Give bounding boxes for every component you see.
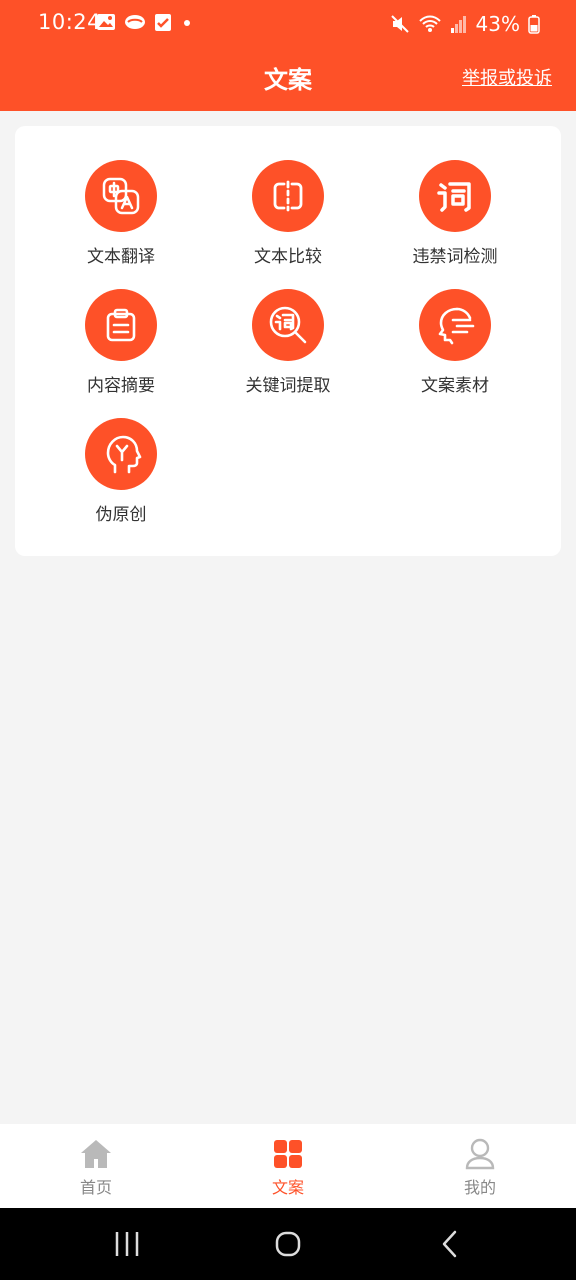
tool-content-summary[interactable]: 内容摘要 bbox=[41, 289, 201, 409]
tool-keyword-extract[interactable]: 关键词提取 bbox=[208, 289, 368, 409]
keyword-search-icon bbox=[252, 289, 324, 361]
forbidden-word-icon bbox=[419, 160, 491, 232]
system-nav-bar bbox=[0, 1208, 576, 1280]
grid-icon bbox=[271, 1138, 305, 1170]
tab-label: 文案 bbox=[271, 1178, 304, 1197]
tool-label: 文本比较 bbox=[254, 247, 322, 267]
tab-label: 首页 bbox=[79, 1178, 112, 1197]
mute-icon bbox=[390, 14, 410, 34]
tab-mine[interactable]: 我的 bbox=[384, 1124, 576, 1208]
battery-percent: 43% bbox=[475, 12, 520, 36]
tool-text-translate[interactable]: 文本翻译 bbox=[41, 160, 201, 280]
cloud-icon bbox=[124, 12, 146, 32]
brain-head-icon bbox=[85, 418, 157, 490]
tool-label: 文案素材 bbox=[421, 376, 489, 396]
home-icon bbox=[79, 1138, 113, 1170]
translate-icon bbox=[85, 160, 157, 232]
user-icon bbox=[463, 1138, 497, 1170]
battery-icon bbox=[528, 14, 540, 34]
app-header: 10:24 43% 文案 举报或投诉 bbox=[0, 0, 576, 111]
tab-copywriting[interactable]: 文案 bbox=[192, 1124, 384, 1208]
tool-label: 关键词提取 bbox=[245, 376, 331, 396]
bottom-tab-bar: 首页 文案 我的 bbox=[0, 1124, 576, 1208]
status-time: 10:24 bbox=[38, 10, 102, 34]
title-bar: 文案 举报或投诉 bbox=[0, 48, 576, 106]
back-icon[interactable] bbox=[440, 1226, 460, 1266]
tab-home[interactable]: 首页 bbox=[0, 1124, 192, 1208]
tool-copy-material[interactable]: 文案素材 bbox=[375, 289, 535, 409]
tool-label: 内容摘要 bbox=[87, 376, 155, 396]
dot-icon bbox=[180, 12, 194, 32]
tool-text-compare[interactable]: 文本比较 bbox=[208, 160, 368, 280]
signal-icon bbox=[450, 14, 468, 34]
recent-apps-icon[interactable] bbox=[114, 1226, 140, 1266]
tool-forbidden-word-check[interactable]: 违禁词检测 bbox=[375, 160, 535, 280]
wifi-icon bbox=[418, 14, 442, 34]
image-icon bbox=[96, 12, 116, 32]
material-face-icon bbox=[419, 289, 491, 361]
check-box-icon bbox=[154, 12, 172, 32]
tool-label: 违禁词检测 bbox=[412, 247, 498, 267]
tab-label: 我的 bbox=[463, 1178, 496, 1197]
tool-label: 文本翻译 bbox=[87, 247, 155, 267]
clipboard-icon bbox=[85, 289, 157, 361]
home-circle-icon[interactable] bbox=[274, 1226, 302, 1266]
compare-icon bbox=[252, 160, 324, 232]
tools-card: 文本翻译 文本比较 违禁词检测 内容摘要 关键词提取 文案素材 伪原创 bbox=[15, 126, 561, 556]
report-link[interactable]: 举报或投诉 bbox=[462, 64, 552, 90]
status-bar: 10:24 43% bbox=[0, 0, 576, 48]
tool-pseudo-original[interactable]: 伪原创 bbox=[41, 418, 201, 538]
tool-label: 伪原创 bbox=[95, 505, 147, 525]
